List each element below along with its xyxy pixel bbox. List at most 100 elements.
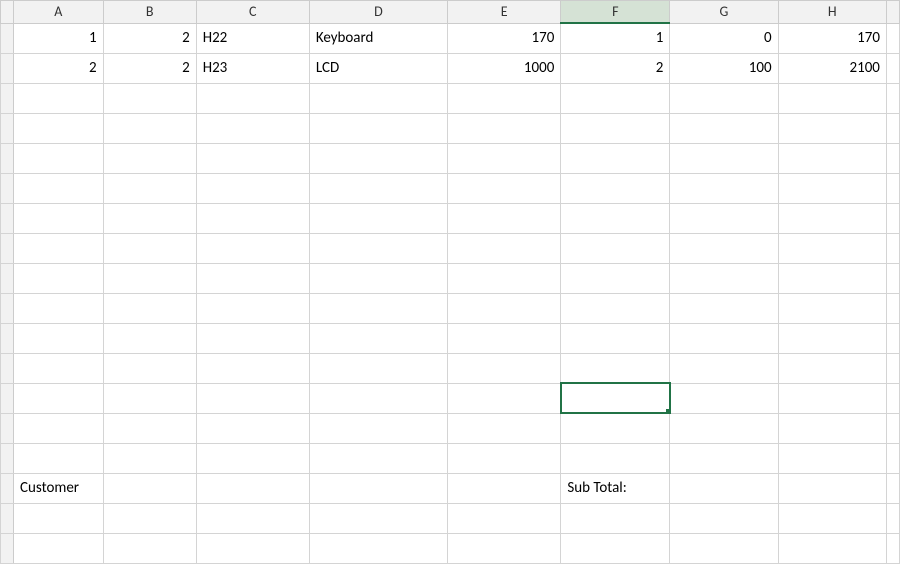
cell[interactable] xyxy=(886,23,899,53)
cell[interactable] xyxy=(448,353,561,383)
cell[interactable] xyxy=(670,203,778,233)
cell[interactable] xyxy=(196,533,309,563)
cell[interactable] xyxy=(778,233,886,263)
cell[interactable] xyxy=(14,173,104,203)
cell[interactable]: 100 xyxy=(670,53,778,83)
cell[interactable] xyxy=(448,443,561,473)
cell[interactable] xyxy=(103,83,196,113)
cell[interactable] xyxy=(886,293,899,323)
cell[interactable]: 170 xyxy=(448,23,561,53)
cell[interactable] xyxy=(778,353,886,383)
cell[interactable] xyxy=(14,203,104,233)
cell[interactable] xyxy=(886,203,899,233)
cell[interactable] xyxy=(196,143,309,173)
row-header[interactable] xyxy=(1,533,14,563)
cell[interactable] xyxy=(103,263,196,293)
cell[interactable] xyxy=(309,413,447,443)
cell[interactable]: LCD xyxy=(309,53,447,83)
cell[interactable] xyxy=(14,293,104,323)
cell[interactable] xyxy=(309,173,447,203)
cell[interactable] xyxy=(778,143,886,173)
cell[interactable] xyxy=(448,203,561,233)
cell[interactable] xyxy=(196,263,309,293)
row-header[interactable] xyxy=(1,473,14,503)
cell[interactable] xyxy=(309,503,447,533)
row-header[interactable] xyxy=(1,383,14,413)
row-header[interactable] xyxy=(1,23,14,53)
cell[interactable] xyxy=(886,503,899,533)
cell[interactable] xyxy=(886,383,899,413)
col-header-B[interactable]: B xyxy=(103,1,196,24)
cell[interactable] xyxy=(561,413,670,443)
cell[interactable] xyxy=(309,443,447,473)
row-header[interactable] xyxy=(1,203,14,233)
row-header[interactable] xyxy=(1,83,14,113)
cell[interactable] xyxy=(778,413,886,443)
cell[interactable] xyxy=(670,503,778,533)
cell[interactable] xyxy=(196,443,309,473)
cell[interactable] xyxy=(886,263,899,293)
cell[interactable] xyxy=(561,293,670,323)
cell[interactable] xyxy=(309,263,447,293)
cell[interactable]: 2100 xyxy=(778,53,886,83)
row-header[interactable] xyxy=(1,143,14,173)
cell[interactable] xyxy=(670,113,778,143)
cell[interactable] xyxy=(670,143,778,173)
row-header[interactable] xyxy=(1,413,14,443)
cell[interactable] xyxy=(14,503,104,533)
cell[interactable] xyxy=(886,173,899,203)
cell[interactable] xyxy=(670,383,778,413)
cell[interactable] xyxy=(886,533,899,563)
cell[interactable] xyxy=(196,83,309,113)
cell[interactable] xyxy=(448,263,561,293)
col-header-E[interactable]: E xyxy=(448,1,561,24)
cell[interactable] xyxy=(886,443,899,473)
cell[interactable] xyxy=(448,413,561,443)
row-header[interactable] xyxy=(1,233,14,263)
cell[interactable] xyxy=(670,413,778,443)
cell[interactable] xyxy=(670,533,778,563)
cell[interactable] xyxy=(778,113,886,143)
cell[interactable] xyxy=(103,143,196,173)
row-header[interactable] xyxy=(1,113,14,143)
cell[interactable] xyxy=(103,323,196,353)
cell[interactable] xyxy=(561,533,670,563)
cell[interactable] xyxy=(448,233,561,263)
row-header[interactable] xyxy=(1,293,14,323)
cell[interactable] xyxy=(561,113,670,143)
cell[interactable] xyxy=(561,233,670,263)
subtotal-label[interactable]: Sub Total: xyxy=(561,473,670,503)
cell[interactable] xyxy=(561,203,670,233)
cell[interactable] xyxy=(309,113,447,143)
cell[interactable] xyxy=(14,143,104,173)
cell[interactable] xyxy=(103,353,196,383)
cell[interactable] xyxy=(448,83,561,113)
col-header-H[interactable]: H xyxy=(778,1,886,24)
cell[interactable] xyxy=(448,323,561,353)
cell[interactable] xyxy=(448,293,561,323)
cell[interactable]: 0 xyxy=(670,23,778,53)
cell[interactable] xyxy=(14,353,104,383)
cell[interactable] xyxy=(561,353,670,383)
cell[interactable]: 2 xyxy=(561,53,670,83)
cell[interactable] xyxy=(103,473,196,503)
cell[interactable] xyxy=(309,233,447,263)
cell[interactable] xyxy=(561,83,670,113)
cell[interactable] xyxy=(309,143,447,173)
col-header-D[interactable]: D xyxy=(309,1,447,24)
cell[interactable] xyxy=(886,323,899,353)
cell[interactable]: 1 xyxy=(14,23,104,53)
cell[interactable]: 1 xyxy=(561,23,670,53)
cell[interactable] xyxy=(561,323,670,353)
cell[interactable] xyxy=(670,293,778,323)
cell[interactable] xyxy=(196,413,309,443)
cell[interactable]: 170 xyxy=(778,23,886,53)
cell[interactable] xyxy=(670,263,778,293)
cell[interactable] xyxy=(778,473,886,503)
cell[interactable] xyxy=(448,113,561,143)
cell[interactable] xyxy=(196,113,309,143)
cell[interactable] xyxy=(196,293,309,323)
cell[interactable] xyxy=(670,473,778,503)
row-header[interactable] xyxy=(1,353,14,383)
cell[interactable] xyxy=(670,443,778,473)
